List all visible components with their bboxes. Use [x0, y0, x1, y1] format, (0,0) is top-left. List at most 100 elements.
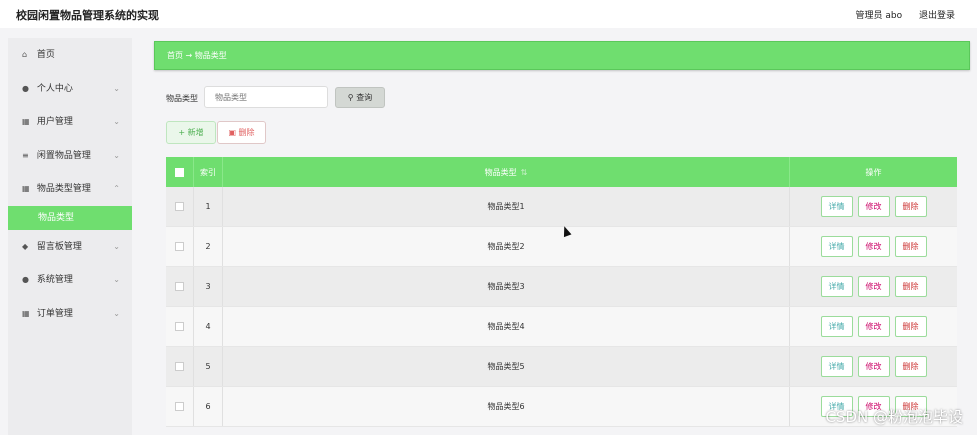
chevron-up-icon: ⌃	[113, 184, 120, 193]
sidebar-item-system[interactable]: ● 系统管理 ⌄	[8, 263, 132, 297]
user-icon: ●	[22, 275, 29, 284]
sidebar-item-label: 闲置物品管理	[36, 150, 91, 161]
detail-button[interactable]: 详情	[820, 356, 853, 377]
row-name: 物品类型2	[222, 227, 789, 266]
search-label: 物品类型	[166, 94, 198, 103]
table-row: 5 物品类型5 详情 修改 删除	[166, 347, 957, 387]
row-actions: 详情 修改 删除	[789, 347, 957, 386]
delete-button[interactable]: 删除	[894, 276, 927, 297]
row-checkbox[interactable]	[175, 402, 184, 411]
sidebar-item-user-management[interactable]: ▦ 用户管理 ⌄	[8, 105, 132, 139]
sidebar-item-idle-goods[interactable]: ≡ 闲置物品管理 ⌄	[8, 139, 132, 173]
row-name: 物品类型3	[222, 267, 789, 306]
delete-button[interactable]: 删除	[894, 236, 927, 257]
breadcrumb-home[interactable]: 首页	[167, 51, 183, 60]
row-index: 4	[193, 307, 222, 346]
row-index: 2	[193, 227, 222, 266]
query-button[interactable]: ⚲ 查询	[335, 87, 385, 108]
chevron-down-icon: ⌄	[113, 308, 120, 318]
sidebar: ⌂ 首页 ● 个人中心 ⌄ ▦ 用户管理 ⌄ ≡ 闲置物品管理 ⌄ ▦ 物品类型…	[8, 38, 132, 435]
row-checkbox-cell	[166, 227, 193, 266]
trash-icon: ▣	[228, 128, 236, 137]
edit-button[interactable]: 修改	[857, 316, 890, 337]
delete-button[interactable]: 删除	[894, 356, 927, 377]
row-index: 5	[193, 347, 222, 386]
query-button-label: 查询	[356, 93, 373, 102]
sidebar-item-orders[interactable]: ▦ 订单管理 ⌄	[8, 297, 132, 331]
admin-label: 管理员 abo	[855, 11, 903, 21]
row-checkbox[interactable]	[175, 282, 184, 291]
arrow-right-icon: →	[185, 51, 193, 60]
goods-type-table: 索引 物品类型 ⇅ 操作 1 物品类型1 详情 修改 删除 2 物品类型2 详情 …	[166, 157, 957, 427]
table-row: 3 物品类型3 详情 修改 删除	[166, 267, 957, 307]
sidebar-item-goods-type[interactable]: ▦ 物品类型管理 ⌃	[8, 172, 132, 206]
row-checkbox[interactable]	[175, 322, 184, 331]
row-checkbox-cell	[166, 267, 193, 306]
row-name: 物品类型1	[222, 187, 789, 226]
sidebar-item-personal-center[interactable]: ● 个人中心 ⌄	[8, 72, 132, 106]
row-actions: 详情 修改 删除	[789, 227, 957, 266]
chevron-down-icon: ⌄	[113, 275, 120, 284]
row-index: 1	[193, 187, 222, 226]
row-checkbox-cell	[166, 347, 193, 386]
row-checkbox[interactable]	[175, 362, 184, 371]
edit-button[interactable]: 修改	[857, 196, 890, 217]
delete-selected-button[interactable]: ▣ 删除	[217, 121, 266, 144]
delete-button[interactable]: 删除	[894, 196, 927, 217]
sidebar-item-label: 订单管理	[36, 308, 73, 319]
detail-button[interactable]: 详情	[820, 316, 853, 337]
add-button-label: 新增	[187, 128, 204, 137]
grid-icon: ▦	[22, 184, 30, 193]
sidebar-item-message-board[interactable]: ◆ 留言板管理 ⌄	[8, 230, 132, 264]
row-actions: 详情 修改 删除	[789, 267, 957, 306]
header-name[interactable]: 物品类型 ⇅	[222, 157, 789, 187]
grid-icon: ▦	[22, 308, 30, 318]
table-row: 1 物品类型1 详情 修改 删除	[166, 187, 957, 227]
row-index: 6	[193, 387, 222, 426]
header-name-label: 物品类型	[484, 167, 517, 177]
search-input[interactable]	[204, 86, 328, 108]
table-header: 索引 物品类型 ⇅ 操作	[166, 157, 957, 187]
sidebar-item-label: 用户管理	[36, 117, 73, 127]
sidebar-item-label: 系统管理	[36, 275, 73, 285]
breadcrumb-current: 物品类型	[194, 51, 227, 60]
edit-button[interactable]: 修改	[857, 236, 890, 257]
row-name: 物品类型5	[222, 347, 789, 386]
row-checkbox-cell	[166, 387, 193, 426]
logout-link[interactable]: 退出登录	[919, 11, 955, 21]
chevron-down-icon: ⌄	[113, 117, 120, 126]
sort-icon[interactable]: ⇅	[521, 168, 528, 177]
delete-button-label: 删除	[238, 128, 255, 137]
search-icon: ⚲	[347, 93, 354, 102]
row-index: 3	[193, 267, 222, 306]
sidebar-item-label: 个人中心	[36, 83, 73, 94]
app-title: 校园闲置物品管理系统的实现	[16, 9, 159, 22]
chevron-down-icon: ⌄	[113, 83, 120, 93]
select-all-checkbox[interactable]	[175, 167, 184, 177]
sidebar-item-label: 留言板管理	[36, 241, 82, 252]
row-name: 物品类型4	[222, 307, 789, 346]
row-checkbox[interactable]	[175, 202, 184, 211]
chevron-down-icon: ⌄	[113, 150, 120, 160]
detail-button[interactable]: 详情	[820, 196, 853, 217]
row-checkbox[interactable]	[175, 242, 184, 251]
row-checkbox-cell	[166, 307, 193, 346]
delete-button[interactable]: 删除	[894, 316, 927, 337]
edit-button[interactable]: 修改	[857, 356, 890, 377]
home-icon: ⌂	[22, 50, 28, 59]
detail-button[interactable]: 详情	[820, 276, 853, 297]
watermark: CSDN @粉泡泡毕设	[825, 408, 963, 426]
header-index: 索引	[193, 157, 222, 187]
sidebar-subitem-goods-type[interactable]: 物品类型	[8, 205, 132, 230]
grid-icon: ▦	[22, 117, 30, 126]
breadcrumb: 首页 → 物品类型	[154, 41, 970, 70]
add-button[interactable]: + 新增	[166, 121, 216, 144]
chevron-down-icon: ⌄	[113, 241, 120, 251]
edit-button[interactable]: 修改	[857, 276, 890, 297]
top-bar: 校园闲置物品管理系统的实现 管理员 abo 退出登录	[0, 0, 977, 28]
detail-button[interactable]: 详情	[820, 236, 853, 257]
top-right-area: 管理员 abo 退出登录	[842, 8, 956, 21]
row-checkbox-cell	[166, 187, 193, 226]
table-row: 4 物品类型4 详情 修改 删除	[166, 307, 957, 347]
sidebar-item-home[interactable]: ⌂ 首页	[8, 38, 132, 72]
